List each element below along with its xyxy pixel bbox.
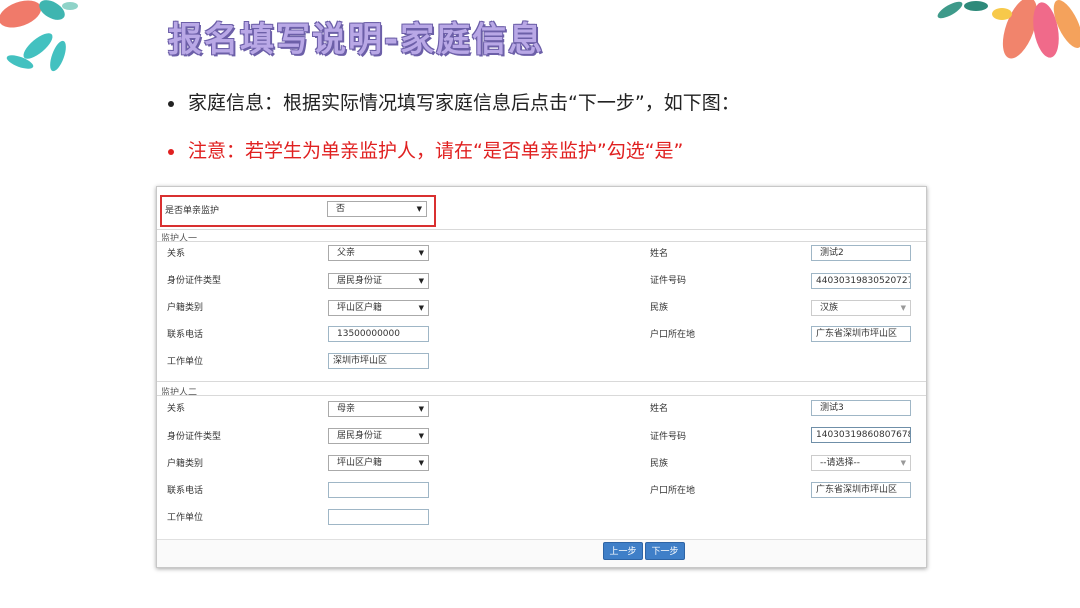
g2-ethnicity-select[interactable]: --请选择-- ▼ <box>811 455 911 471</box>
slide-title: 报名填写说明-家庭信息 <box>168 20 545 60</box>
g1-household-value: 坪山区户籍 <box>337 303 383 313</box>
g1-ethnicity-value: 汉族 <box>820 303 839 313</box>
g1-relation-value: 父亲 <box>337 248 356 258</box>
g1-ethnicity-select[interactable]: 汉族 ▼ <box>811 300 911 316</box>
g2-id-type-select[interactable]: 居民身份证 ▼ <box>328 428 429 444</box>
g2-id-number-label: 证件号码 <box>650 432 687 442</box>
g2-ethnicity-label: 民族 <box>650 459 669 469</box>
family-info-form-screenshot: 是否单亲监护 否 ▼ 监护人一 关系 父亲 ▼ 姓名 测试2 身份证件类型 居民身份… <box>156 186 927 568</box>
g1-id-number-label: 证件号码 <box>650 276 687 286</box>
g2-id-number-input[interactable]: 140303198608076788 <box>811 427 911 443</box>
dropdown-arrow-icon: ▼ <box>418 277 424 285</box>
g1-workplace-input[interactable]: 深圳市坪山区 <box>328 353 429 369</box>
g1-household-select[interactable]: 坪山区户籍 ▼ <box>328 300 429 316</box>
g2-name-label: 姓名 <box>650 404 669 414</box>
divider <box>157 381 926 382</box>
divider <box>157 241 926 242</box>
g1-ethnicity-label: 民族 <box>650 303 669 313</box>
dropdown-arrow-icon: ▼ <box>418 304 424 312</box>
g1-id-type-select[interactable]: 居民身份证 ▼ <box>328 273 429 289</box>
warning-text: 注意：若学生为单亲监护人，请在“是否单亲监护”勾选“是” <box>188 140 684 162</box>
leaf-decoration-top-right <box>937 0 1080 59</box>
next-step-button[interactable]: 下一步 <box>645 542 685 560</box>
divider <box>157 395 926 396</box>
g2-id-type-label: 身份证件类型 <box>167 432 222 442</box>
g2-hukou-label: 户口所在地 <box>650 486 696 496</box>
dropdown-arrow-icon: ▼ <box>418 249 424 257</box>
g1-id-type-label: 身份证件类型 <box>167 276 222 286</box>
dropdown-arrow-icon: ▼ <box>418 432 424 440</box>
g1-name-label: 姓名 <box>650 249 669 259</box>
dropdown-arrow-icon: ▼ <box>418 405 424 413</box>
dropdown-arrow-icon: ▼ <box>900 459 906 467</box>
instruction-bullet: 家庭信息：根据实际情况填写家庭信息后点击“下一步”，如下图： <box>168 88 740 115</box>
g1-hukou-label: 户口所在地 <box>650 330 696 340</box>
guardian2-header: 监护人二 <box>161 388 198 398</box>
g1-household-label: 户籍类别 <box>167 303 204 313</box>
g2-name-input[interactable]: 测试3 <box>811 400 911 416</box>
divider <box>157 229 926 230</box>
g1-id-number-input[interactable]: 440303198305207277 <box>811 273 911 289</box>
g2-relation-select[interactable]: 母亲 ▼ <box>328 401 429 417</box>
g2-workplace-input[interactable] <box>328 509 429 525</box>
g1-phone-label: 联系电话 <box>167 330 204 340</box>
dropdown-arrow-icon: ▼ <box>900 304 906 312</box>
g2-workplace-label: 工作单位 <box>167 513 204 523</box>
g2-hukou-input[interactable]: 广东省深圳市坪山区 <box>811 482 911 498</box>
g2-id-type-value: 居民身份证 <box>337 431 383 441</box>
bullet-dot <box>168 148 174 155</box>
g2-phone-input[interactable] <box>328 482 429 498</box>
dropdown-arrow-icon: ▼ <box>418 459 424 467</box>
g2-household-label: 户籍类别 <box>167 459 204 469</box>
g2-ethnicity-value: --请选择-- <box>820 458 860 468</box>
g1-relation-label: 关系 <box>167 249 186 259</box>
form-footer <box>157 539 926 567</box>
g2-relation-label: 关系 <box>167 404 186 414</box>
g1-id-type-value: 居民身份证 <box>337 276 383 286</box>
instruction-text: 家庭信息：根据实际情况填写家庭信息后点击“下一步”，如下图： <box>188 92 740 114</box>
g2-relation-value: 母亲 <box>337 404 356 414</box>
g1-relation-select[interactable]: 父亲 ▼ <box>328 245 429 261</box>
single-parent-label: 是否单亲监护 <box>165 206 220 216</box>
g2-phone-label: 联系电话 <box>167 486 204 496</box>
g2-household-value: 坪山区户籍 <box>337 458 383 468</box>
g1-hukou-input[interactable]: 广东省深圳市坪山区 <box>811 326 911 342</box>
prev-step-button[interactable]: 上一步 <box>603 542 643 560</box>
warning-bullet: 注意：若学生为单亲监护人，请在“是否单亲监护”勾选“是” <box>168 136 683 163</box>
bullet-dot <box>168 100 174 107</box>
g1-phone-input[interactable]: 13500000000 <box>328 326 429 342</box>
g1-workplace-label: 工作单位 <box>167 357 204 367</box>
guardian1-header: 监护人一 <box>161 234 198 244</box>
g2-household-select[interactable]: 坪山区户籍 ▼ <box>328 455 429 471</box>
dropdown-arrow-icon: ▼ <box>416 205 422 213</box>
g1-name-input[interactable]: 测试2 <box>811 245 911 261</box>
single-parent-value: 否 <box>336 204 346 214</box>
leaf-decoration-top-left <box>0 0 78 72</box>
single-parent-select[interactable]: 否 ▼ <box>327 201 427 217</box>
